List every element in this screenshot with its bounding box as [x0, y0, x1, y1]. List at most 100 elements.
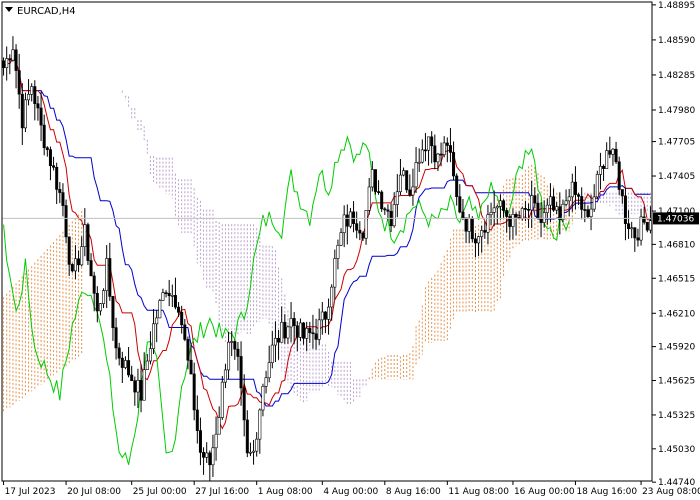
- candle-body: [348, 211, 352, 227]
- x-tick-label: 17 Jul 2023: [5, 487, 56, 497]
- candle-body: [252, 450, 256, 453]
- candle-body: [492, 207, 496, 213]
- kijun-sen-line: [3, 57, 651, 407]
- candle-body: [105, 258, 109, 291]
- candle-body: [461, 211, 465, 219]
- candle-body: [258, 409, 262, 440]
- candle-body: [473, 238, 477, 244]
- candle-body: [277, 337, 281, 343]
- y-tick-label: 1.46515: [658, 274, 695, 284]
- candle-body: [67, 236, 71, 265]
- candle-body: [5, 58, 9, 68]
- candle-body: [145, 360, 149, 370]
- candle-body: [142, 369, 146, 401]
- candle-body: [339, 232, 343, 246]
- chart-window[interactable]: 1.48895 1.48590 1.48285 1.47980 1.47705 1.474…: [0, 0, 700, 500]
- candle-body: [467, 218, 471, 232]
- dropdown-icon[interactable]: [5, 7, 13, 12]
- x-tick-label: 27 Jul 16:00: [195, 487, 249, 497]
- candle-body: [642, 216, 646, 223]
- y-tick-label: 1.46210: [658, 309, 695, 319]
- candle-body: [255, 438, 259, 452]
- candle-body: [627, 223, 631, 230]
- candle-body: [223, 369, 227, 383]
- candle-body: [239, 356, 243, 389]
- candle-body: [164, 292, 168, 294]
- candle-body: [608, 150, 612, 155]
- candle-body: [227, 341, 231, 371]
- y-tick-label: 1.45030: [658, 445, 695, 455]
- candle-body: [395, 191, 399, 205]
- candle-body: [495, 206, 499, 209]
- candle-body: [505, 210, 509, 217]
- candle-body: [245, 419, 249, 454]
- candle-body: [167, 292, 171, 297]
- candle-body: [270, 344, 274, 363]
- candle-body: [523, 208, 527, 210]
- y-tick-label: 1.47405: [658, 172, 695, 182]
- candle-body: [439, 153, 443, 156]
- candle-body: [402, 170, 406, 176]
- x-tick-label: 20 Jul 08:00: [67, 487, 121, 497]
- candle-body: [70, 264, 74, 272]
- candle-body: [111, 296, 115, 328]
- candle-body: [117, 347, 121, 359]
- candle-body: [208, 452, 212, 466]
- candle-body: [286, 326, 290, 339]
- x-tick-label: 11 Aug 08:00: [448, 487, 509, 497]
- candle-body: [436, 153, 440, 163]
- indicator-lines: [3, 57, 651, 465]
- candle-body: [386, 209, 390, 212]
- candle-body: [114, 327, 118, 349]
- x-tick-label: 23 Aug 08:00: [642, 487, 700, 497]
- candle-body: [261, 386, 265, 411]
- candle-body: [445, 142, 449, 146]
- candle-body: [180, 312, 184, 326]
- candle-body: [27, 94, 31, 101]
- candle-body: [139, 379, 143, 401]
- candle-body: [73, 258, 77, 272]
- candle-body: [158, 300, 162, 319]
- candle-body: [336, 244, 340, 259]
- candle-body: [136, 379, 140, 393]
- candle-body: [186, 339, 190, 361]
- candle-body: [302, 322, 306, 339]
- candle-body: [530, 195, 534, 211]
- candle-body: [248, 451, 252, 454]
- candle-body: [214, 433, 218, 449]
- candle-body: [330, 286, 334, 308]
- candle-body: [61, 192, 65, 206]
- candle-body: [217, 417, 221, 435]
- candle-body: [292, 318, 296, 327]
- x-tick-label: 18 Aug 16:00: [576, 487, 637, 497]
- candle-body: [545, 204, 549, 213]
- candle-body: [11, 49, 15, 61]
- candle-body: [564, 200, 568, 205]
- candle-body: [233, 341, 237, 350]
- x-tick-label: 1 Aug 08:00: [258, 487, 313, 497]
- candle-body: [567, 196, 571, 202]
- candle-body: [148, 348, 152, 362]
- candle-body: [242, 387, 246, 421]
- candle-body: [314, 333, 318, 340]
- candle-body: [327, 306, 331, 320]
- x-tick-label: 4 Aug 00:00: [323, 487, 378, 497]
- candle-body: [455, 175, 459, 197]
- candle-body: [423, 149, 427, 152]
- ichimoku-chart[interactable]: 1.48895 1.48590 1.48285 1.47980 1.47705 1.474…: [0, 0, 700, 500]
- candle-body: [617, 161, 621, 190]
- y-tick-label: 1.47705: [658, 138, 695, 148]
- candle-body: [108, 258, 112, 297]
- candle-body: [586, 209, 590, 218]
- x-tick-label: 8 Aug 16:00: [386, 487, 441, 497]
- candle-body: [367, 186, 371, 211]
- candle-body: [405, 170, 409, 191]
- candle-body: [305, 327, 309, 339]
- candle-body: [480, 230, 484, 237]
- candle-body: [308, 327, 312, 334]
- candle-body: [20, 93, 24, 129]
- candle-body: [198, 430, 202, 453]
- candle-body: [236, 348, 240, 357]
- candle-body: [555, 206, 559, 211]
- candle-body: [573, 181, 577, 195]
